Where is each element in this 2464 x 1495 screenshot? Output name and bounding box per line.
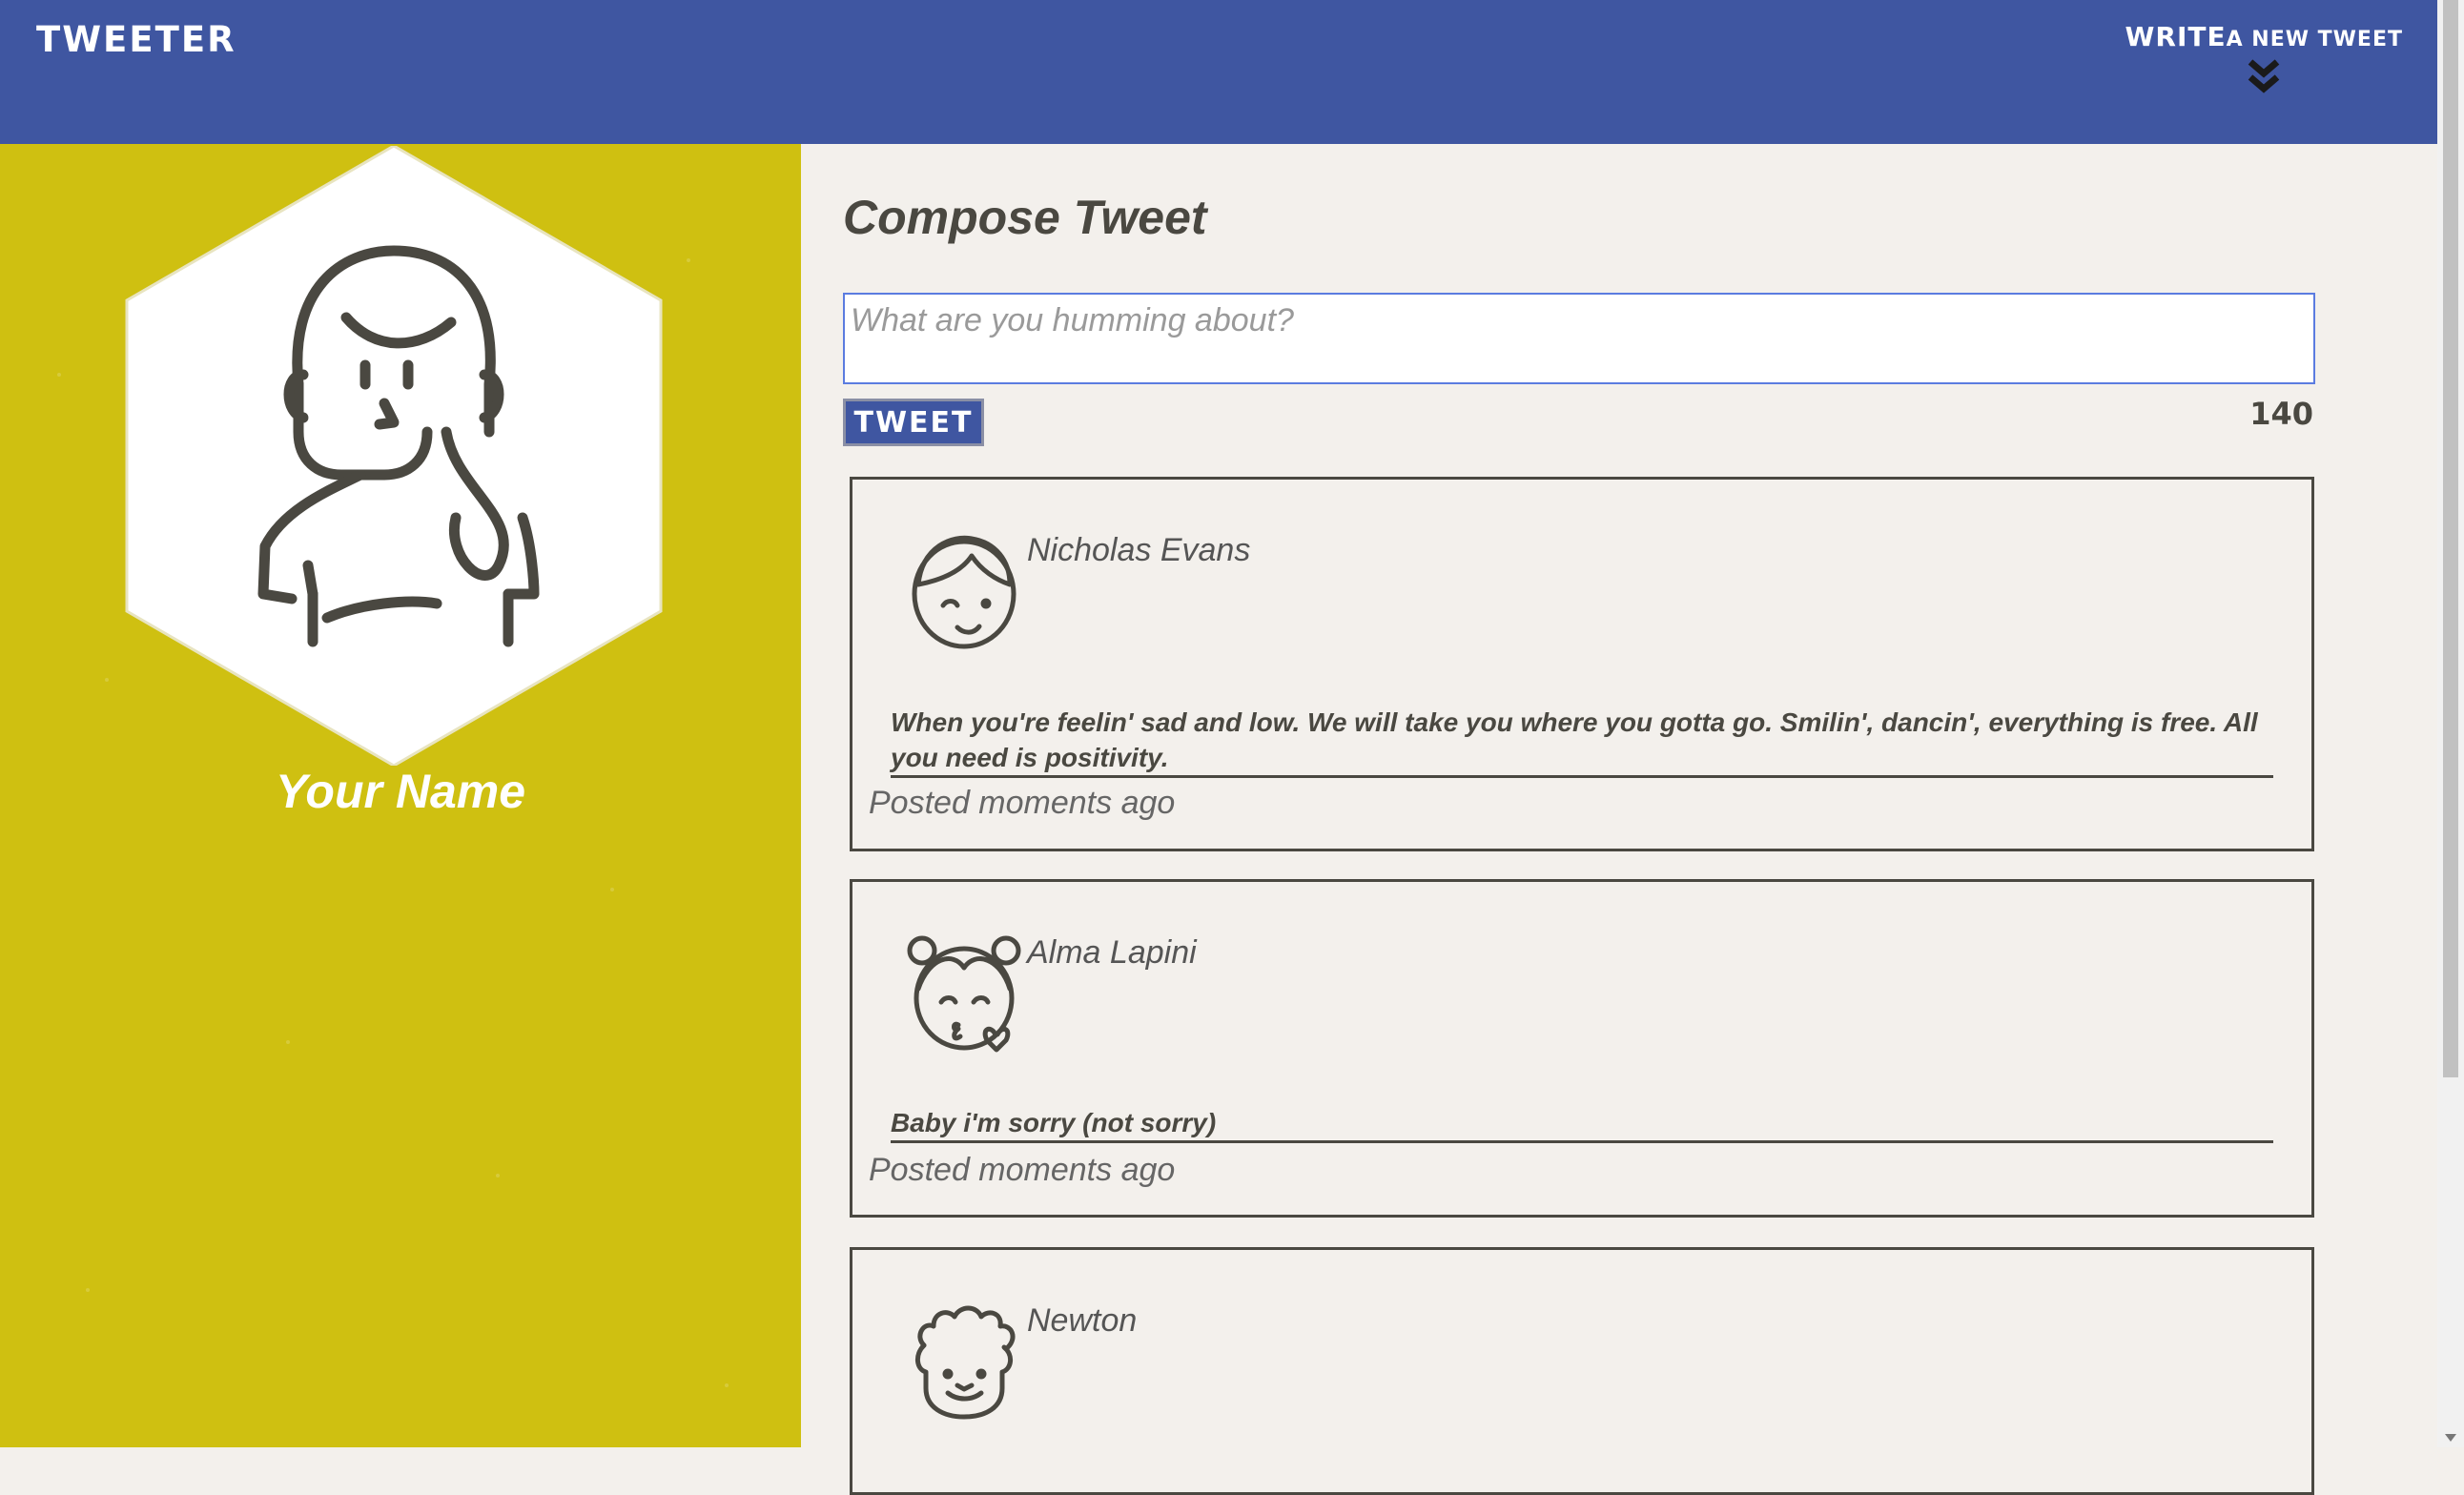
tweet-input[interactable] <box>843 293 2315 384</box>
tweet-content: Baby i'm sorry (not sorry) <box>891 1105 2273 1143</box>
scrollbar-thumb[interactable] <box>2443 0 2458 1077</box>
page-scrollbar[interactable] <box>2437 0 2464 1447</box>
double-chevron-down-icon[interactable] <box>2248 58 2280 94</box>
scroll-down-arrow-icon[interactable] <box>2445 1434 2456 1442</box>
tweet-card: Nicholas Evans When you're feelin' sad a… <box>850 477 2314 851</box>
compose-title: Compose Tweet <box>843 191 1207 244</box>
profile-avatar <box>125 146 663 766</box>
write-label[interactable]: Write <box>2125 21 2227 52</box>
write-new-tweet-toggle[interactable]: Writea new tweet <box>2125 21 2403 94</box>
tweet-timestamp: Posted moments ago <box>869 785 1176 821</box>
tweet-timestamp: Posted moments ago <box>869 1152 1176 1188</box>
curly-hair-avatar-icon <box>915 1305 1016 1420</box>
profile-sidebar: Your Name <box>0 144 801 1447</box>
tweet-card: Alma Lapini Baby i'm sorry (not sorry) P… <box>850 879 2314 1218</box>
boy-avatar-icon <box>912 535 1016 649</box>
main-content: Compose Tweet Tweet 140 Nicholas Evans W… <box>801 144 2437 1495</box>
tweet-submit-button[interactable]: Tweet <box>843 399 984 446</box>
girl-kiss-avatar-icon <box>907 935 1021 1053</box>
brand-logo[interactable]: Tweeter <box>36 19 236 60</box>
tweet-author[interactable]: Newton <box>1027 1302 1137 1340</box>
new-tweet-label[interactable]: a new tweet <box>2227 28 2403 51</box>
tweet-content: When you're feelin' sad and low. We will… <box>891 705 2273 778</box>
tweet-author[interactable]: Nicholas Evans <box>1027 532 1250 569</box>
tweet-card: Newton <box>850 1247 2314 1495</box>
profile-name: Your Name <box>275 765 526 818</box>
top-navbar: Tweeter Writea new tweet <box>0 0 2437 144</box>
character-counter: 140 <box>2249 396 2313 432</box>
tweet-author[interactable]: Alma Lapini <box>1027 934 1197 972</box>
